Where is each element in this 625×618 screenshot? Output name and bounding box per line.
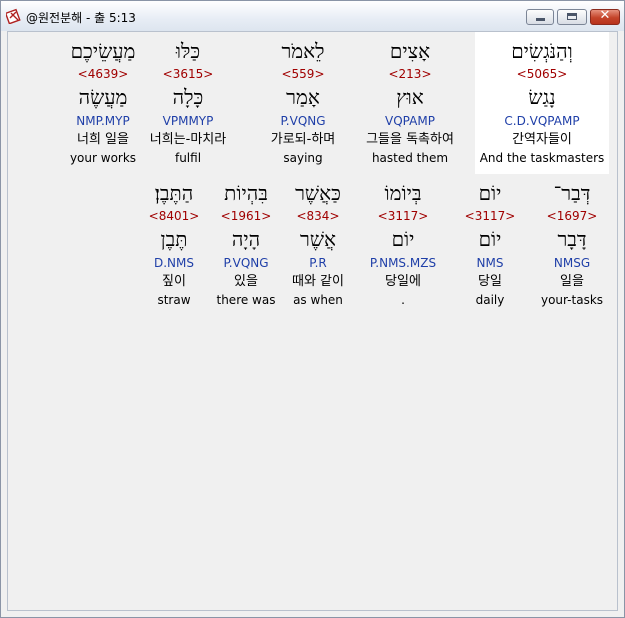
word-lemma: מַעֲשֶׂה xyxy=(78,85,128,109)
word-hebrew: אָצִים xyxy=(389,39,431,63)
word-korean: 너희 일을 xyxy=(77,132,129,147)
word-cell[interactable]: הַתֶּבֶן׃ <8401> תֶּבֶן D.NMS 짚이 straw xyxy=(134,174,214,316)
word-parse: VQPAMP xyxy=(385,114,435,128)
close-button[interactable]: ✕ xyxy=(590,8,620,25)
word-parse: NMP.MYP xyxy=(76,114,130,128)
app-window: @원전분해 - 출 5:13 ✕ וְהַנֹּגְשִׂים <5065> נָג… xyxy=(0,0,625,618)
word-strong: <213> xyxy=(388,67,432,81)
word-english: straw xyxy=(157,293,191,307)
word-english: your works xyxy=(69,151,137,165)
minimize-button[interactable] xyxy=(526,9,554,25)
window-title: @원전분해 - 출 5:13 xyxy=(26,11,136,25)
word-cell[interactable]: וְהַנֹּגְשִׂים <5065> נָגַשׂ C.D.VQPAMP 간역자들… xyxy=(475,32,609,174)
minimize-icon xyxy=(536,18,545,21)
interlinear-panel: וְהַנֹּגְשִׂים <5065> נָגַשׂ C.D.VQPAMP 간역자들… xyxy=(7,31,618,611)
word-hebrew: מַעֲשֵׂיכֶם xyxy=(70,39,136,63)
word-parse: P.VQNG xyxy=(280,114,326,128)
word-parse: C.D.VQPAMP xyxy=(504,114,580,128)
word-strong: <5065> xyxy=(516,67,568,81)
word-parse: D.NMS xyxy=(153,256,194,270)
word-english: And the taskmasters xyxy=(479,151,605,165)
word-cell[interactable]: אָצִים <213> אוּץ VQPAMP 그들을 독촉하여 hasted them xyxy=(366,32,454,174)
bible-app-icon[interactable] xyxy=(6,8,22,24)
word-strong: <8401> xyxy=(148,209,200,223)
word-strong: <4639> xyxy=(77,67,129,81)
word-lemma: אָמַר xyxy=(286,85,320,109)
word-cell[interactable]: לֵאמֹר <559> אָמַר P.VQNG 가로되-하며 saying xyxy=(263,32,343,174)
word-hebrew: הַתֶּבֶן׃ xyxy=(154,181,194,205)
word-korean: 짚이 xyxy=(162,274,186,289)
word-lemma: תֶּבֶן xyxy=(160,227,188,251)
word-korean: 간역자들이 xyxy=(512,132,572,147)
word-korean: 그들을 독촉하여 xyxy=(366,132,454,147)
word-hebrew: לֵאמֹר xyxy=(281,39,325,63)
word-english: saying xyxy=(283,151,323,165)
word-english: hasted them xyxy=(371,151,449,165)
maximize-icon xyxy=(567,13,577,20)
title-bar[interactable]: @원전분해 - 출 5:13 ✕ xyxy=(1,1,624,31)
close-icon: ✕ xyxy=(599,8,611,23)
word-strong: <559> xyxy=(281,67,325,81)
maximize-button[interactable] xyxy=(557,9,587,25)
word-cell[interactable]: מַעֲשֵׂיכֶם <4639> מַעֲשֶׂה NMP.MYP 너희 일을 you… xyxy=(63,32,143,174)
word-hebrew: וְהַנֹּגְשִׂים xyxy=(511,39,573,63)
word-lemma: אוּץ xyxy=(396,85,424,109)
word-lemma: נָגַשׂ xyxy=(528,85,556,109)
word-korean: 가로되-하며 xyxy=(270,132,336,147)
